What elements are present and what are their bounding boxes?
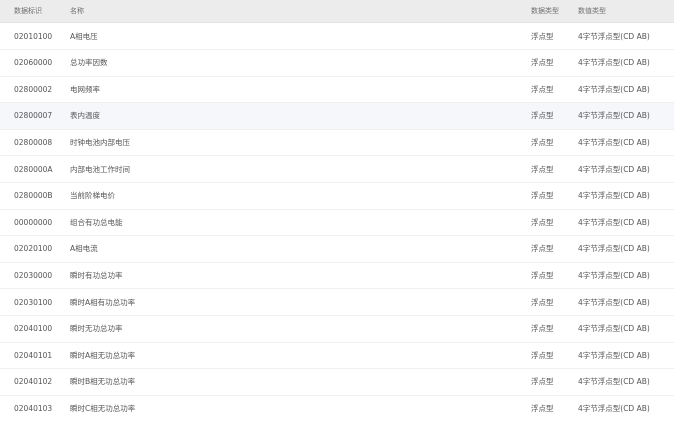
table-row[interactable]: 02020100 A相电流 浮点型 4字节浮点型(CD AB) [0, 236, 674, 263]
table-row[interactable]: 02040103 瞬时C相无功总功率 浮点型 4字节浮点型(CD AB) [0, 395, 674, 421]
row-value-type: 4字节浮点型(CD AB) [578, 377, 650, 387]
table-row[interactable]: 00000000 组合有功总电能 浮点型 4字节浮点型(CD AB) [0, 209, 674, 237]
row-value-type: 4字节浮点型(CD AB) [578, 111, 650, 121]
row-name: A相电流 [70, 244, 98, 254]
row-value-type: 4字节浮点型(CD AB) [578, 403, 650, 413]
table-row[interactable]: 02800002 电网频率 浮点型 4字节浮点型(CD AB) [0, 76, 674, 104]
row-name: A相电压 [70, 31, 98, 41]
row-data-type: 浮点型 [531, 324, 554, 334]
row-name: 瞬时有功总功率 [70, 270, 123, 280]
row-id: 02040103 [14, 403, 53, 413]
table-row[interactable]: 0280000B 当前阶梯电价 浮点型 4字节浮点型(CD AB) [0, 183, 674, 210]
row-id: 02020100 [14, 244, 53, 254]
row-value-type: 4字节浮点型(CD AB) [578, 350, 650, 360]
row-id: 00000000 [14, 217, 53, 227]
row-data-type: 浮点型 [531, 31, 554, 41]
row-data-type: 浮点型 [531, 244, 554, 254]
row-data-type: 浮点型 [531, 164, 554, 174]
data-point-table: 数据标识 名称 数据类型 数值类型 02010100 A相电压 浮点型 4字节浮点型(… [0, 0, 674, 421]
row-name: 时钟电池内部电压 [70, 137, 130, 147]
row-id: 0280000B [14, 191, 53, 201]
header-data-type[interactable]: 数据类型 [531, 0, 571, 22]
row-name: 组合有功总电能 [70, 217, 123, 227]
row-data-type: 浮点型 [531, 270, 554, 280]
row-data-type: 浮点型 [531, 403, 554, 413]
row-id: 02800008 [14, 137, 53, 147]
row-id: 02800007 [14, 111, 53, 121]
row-value-type: 4字节浮点型(CD AB) [578, 191, 650, 201]
row-id: 02030100 [14, 297, 53, 307]
header-value-type[interactable]: 数值类型 [578, 0, 672, 22]
row-id: 02040101 [14, 350, 53, 360]
row-data-type: 浮点型 [531, 58, 554, 68]
row-id: 02010100 [14, 31, 53, 41]
table-row[interactable]: 02040101 瞬时A相无功总功率 浮点型 4字节浮点型(CD AB) [0, 342, 674, 370]
row-data-type: 浮点型 [531, 297, 554, 307]
table-row[interactable]: 02010100 A相电压 浮点型 4字节浮点型(CD AB) [0, 23, 674, 50]
row-name: 瞬时B相无功总功率 [70, 377, 136, 387]
row-value-type: 4字节浮点型(CD AB) [578, 270, 650, 280]
table-row[interactable]: 02030000 瞬时有功总功率 浮点型 4字节浮点型(CD AB) [0, 262, 674, 290]
row-name: 电网频率 [70, 84, 100, 94]
header-name[interactable]: 名称 [70, 0, 500, 22]
row-value-type: 4字节浮点型(CD AB) [578, 58, 650, 68]
row-id: 02800002 [14, 84, 53, 94]
table-row[interactable]: 02060000 总功率因数 浮点型 4字节浮点型(CD AB) [0, 50, 674, 77]
table-row[interactable]: 02800008 时钟电池内部电压 浮点型 4字节浮点型(CD AB) [0, 129, 674, 157]
row-data-type: 浮点型 [531, 191, 554, 201]
table-header: 数据标识 名称 数据类型 数值类型 [0, 0, 674, 23]
row-id: 02040102 [14, 377, 53, 387]
row-value-type: 4字节浮点型(CD AB) [578, 297, 650, 307]
row-name: 瞬时A相无功总功率 [70, 350, 136, 360]
row-data-type: 浮点型 [531, 84, 554, 94]
row-id: 02030000 [14, 270, 53, 280]
row-id: 02060000 [14, 58, 53, 68]
row-value-type: 4字节浮点型(CD AB) [578, 164, 650, 174]
table-row[interactable]: 0280000A 内部电池工作时间 浮点型 4字节浮点型(CD AB) [0, 156, 674, 183]
row-value-type: 4字节浮点型(CD AB) [578, 217, 650, 227]
table-row[interactable]: 02040100 瞬时无功总功率 浮点型 4字节浮点型(CD AB) [0, 316, 674, 343]
row-name: 瞬时无功总功率 [70, 324, 123, 334]
header-id[interactable]: 数据标识 [14, 0, 66, 22]
table-row[interactable]: 02800007 表内温度 浮点型 4字节浮点型(CD AB) [0, 102, 674, 130]
row-data-type: 浮点型 [531, 111, 554, 121]
row-value-type: 4字节浮点型(CD AB) [578, 31, 650, 41]
row-name: 当前阶梯电价 [70, 191, 115, 201]
table-row[interactable]: 02040102 瞬时B相无功总功率 浮点型 4字节浮点型(CD AB) [0, 369, 674, 396]
row-id: 02040100 [14, 324, 53, 334]
row-name: 瞬时A相有功总功率 [70, 297, 136, 307]
row-value-type: 4字节浮点型(CD AB) [578, 84, 650, 94]
row-name: 内部电池工作时间 [70, 164, 130, 174]
row-data-type: 浮点型 [531, 377, 554, 387]
row-name: 表内温度 [70, 111, 100, 121]
row-data-type: 浮点型 [531, 137, 554, 147]
row-name: 总功率因数 [70, 58, 108, 68]
row-value-type: 4字节浮点型(CD AB) [578, 244, 650, 254]
row-name: 瞬时C相无功总功率 [70, 403, 136, 413]
row-value-type: 4字节浮点型(CD AB) [578, 137, 650, 147]
row-value-type: 4字节浮点型(CD AB) [578, 324, 650, 334]
row-data-type: 浮点型 [531, 217, 554, 227]
row-data-type: 浮点型 [531, 350, 554, 360]
row-id: 0280000A [14, 164, 53, 174]
table-row[interactable]: 02030100 瞬时A相有功总功率 浮点型 4字节浮点型(CD AB) [0, 289, 674, 316]
